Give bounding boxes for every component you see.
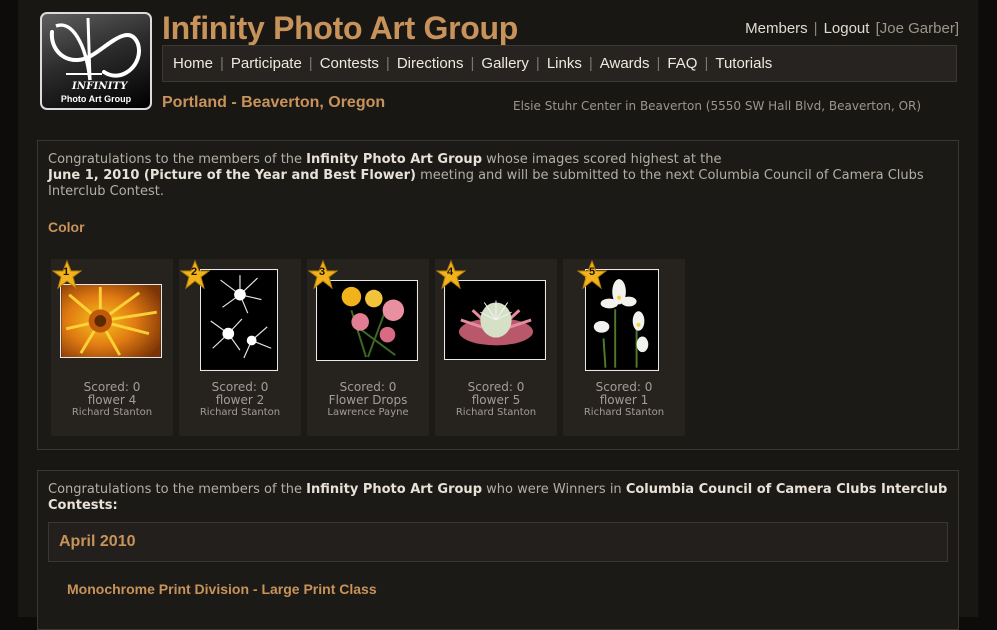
top-scores-panel: Congratulations to the members of the In… bbox=[37, 140, 959, 450]
separator: | bbox=[308, 55, 313, 72]
group-name: Infinity Photo Art Group bbox=[306, 482, 482, 497]
entry-author: Lawrence Payne bbox=[327, 407, 409, 418]
entry-score: Scored: 0 bbox=[83, 380, 141, 394]
entry-score: Scored: 0 bbox=[595, 380, 653, 394]
entry-author: Richard Stanton bbox=[455, 407, 537, 418]
entry-card[interactable]: 4 Scored: 0 flower 5 Richard Stanton bbox=[435, 259, 557, 436]
entry-author: Richard Stanton bbox=[583, 407, 665, 418]
nav-gallery[interactable]: Gallery bbox=[481, 55, 529, 72]
entry-author: Richard Stanton bbox=[71, 407, 153, 418]
logout-link[interactable]: Logout bbox=[824, 20, 870, 37]
intro-text: Congratulations to the members of the bbox=[48, 482, 307, 497]
entry-card[interactable]: 2 Scored: 0 flower 2 Richard Stanton bbox=[179, 259, 301, 436]
meeting-paren-open: ( bbox=[139, 168, 150, 183]
entry-title[interactable]: flower 2 bbox=[179, 393, 301, 407]
separator: | bbox=[588, 55, 593, 72]
main-nav: Home | Participate | Contests | Directions |… bbox=[162, 45, 957, 82]
rank-number: 3 bbox=[318, 266, 326, 278]
meeting-date: June 1, 2010 bbox=[48, 168, 140, 183]
entry-card[interactable]: 3 Scored: 0 Flower Drops Lawrence Payne bbox=[307, 259, 429, 436]
winners-intro: Congratulations to the members of the In… bbox=[48, 482, 948, 514]
meeting-venue: Elsie Stuhr Center in Beaverton (5550 SW… bbox=[513, 99, 922, 113]
entry-score: Scored: 0 bbox=[467, 380, 525, 394]
current-user: [Joe Garber] bbox=[875, 20, 959, 37]
separator: | bbox=[535, 55, 540, 72]
nav-participate[interactable]: Participate bbox=[231, 55, 302, 72]
nav-home[interactable]: Home bbox=[173, 55, 213, 72]
rank-number: 4 bbox=[446, 266, 454, 278]
entry-title[interactable]: flower 4 bbox=[51, 393, 173, 407]
separator: | bbox=[704, 55, 709, 72]
logo-wordmark: INFINITY bbox=[72, 81, 128, 92]
logo-subtitle: Photo Art Group bbox=[60, 94, 132, 104]
site-logo[interactable]: INFINITY Photo Art Group bbox=[40, 12, 152, 110]
nav-directions[interactable]: Directions bbox=[397, 55, 464, 72]
separator: | bbox=[385, 55, 390, 72]
members-link[interactable]: Members bbox=[745, 20, 808, 37]
group-name: Infinity Photo Art Group bbox=[306, 152, 482, 167]
top-scores-intro: Congratulations to the members of the In… bbox=[48, 152, 948, 200]
nav-tutorials[interactable]: Tutorials bbox=[715, 55, 772, 72]
separator: | bbox=[656, 55, 661, 72]
entry-author: Richard Stanton bbox=[199, 407, 281, 418]
entry-title[interactable]: flower 5 bbox=[435, 393, 557, 407]
rank-number: 2 bbox=[190, 266, 198, 278]
month-heading[interactable]: April 2010 bbox=[48, 522, 948, 562]
intro-text: who were Winners in bbox=[482, 482, 626, 497]
entry-title[interactable]: flower 1 bbox=[563, 393, 685, 407]
photo-thumbnail[interactable] bbox=[316, 280, 418, 361]
photo-thumbnail[interactable] bbox=[200, 269, 278, 371]
division-heading: Monochrome Print Division - Large Print … bbox=[67, 581, 377, 597]
photo-thumbnail[interactable] bbox=[60, 284, 162, 358]
rank-number: 1 bbox=[62, 266, 70, 278]
category-heading: Color bbox=[48, 219, 85, 235]
separator: | bbox=[220, 55, 224, 72]
entry-card[interactable]: 5 Scored: 0 flower 1 Richard Stanton bbox=[563, 259, 685, 436]
nav-contests[interactable]: Contests bbox=[320, 55, 379, 72]
entry-score: Scored: 0 bbox=[211, 380, 269, 394]
nav-links[interactable]: Links bbox=[547, 55, 582, 72]
meeting-name: Picture of the Year and Best Flower bbox=[149, 168, 411, 183]
entry-card[interactable]: 1 Scored: 0 flower 4 Richard Stanton bbox=[51, 259, 173, 436]
separator: | bbox=[470, 55, 475, 72]
separator: | bbox=[813, 20, 818, 37]
nav-awards[interactable]: Awards bbox=[600, 55, 650, 72]
entry-title[interactable]: Flower Drops bbox=[307, 393, 429, 407]
club-location: Portland - Beaverton, Oregon bbox=[162, 94, 386, 111]
intro-text: whose images scored highest at the bbox=[482, 152, 722, 167]
entry-score: Scored: 0 bbox=[339, 380, 397, 394]
nav-faq[interactable]: FAQ bbox=[667, 55, 697, 72]
intro-text: Congratulations to the members of the bbox=[48, 152, 307, 167]
rank-number: 5 bbox=[588, 266, 596, 278]
winners-panel: Congratulations to the members of the In… bbox=[37, 470, 959, 630]
user-links: Members | Logout [Joe Garber] bbox=[745, 20, 959, 37]
site-title: Infinity Photo Art Group bbox=[162, 10, 519, 46]
photo-thumbnail[interactable] bbox=[444, 280, 546, 360]
